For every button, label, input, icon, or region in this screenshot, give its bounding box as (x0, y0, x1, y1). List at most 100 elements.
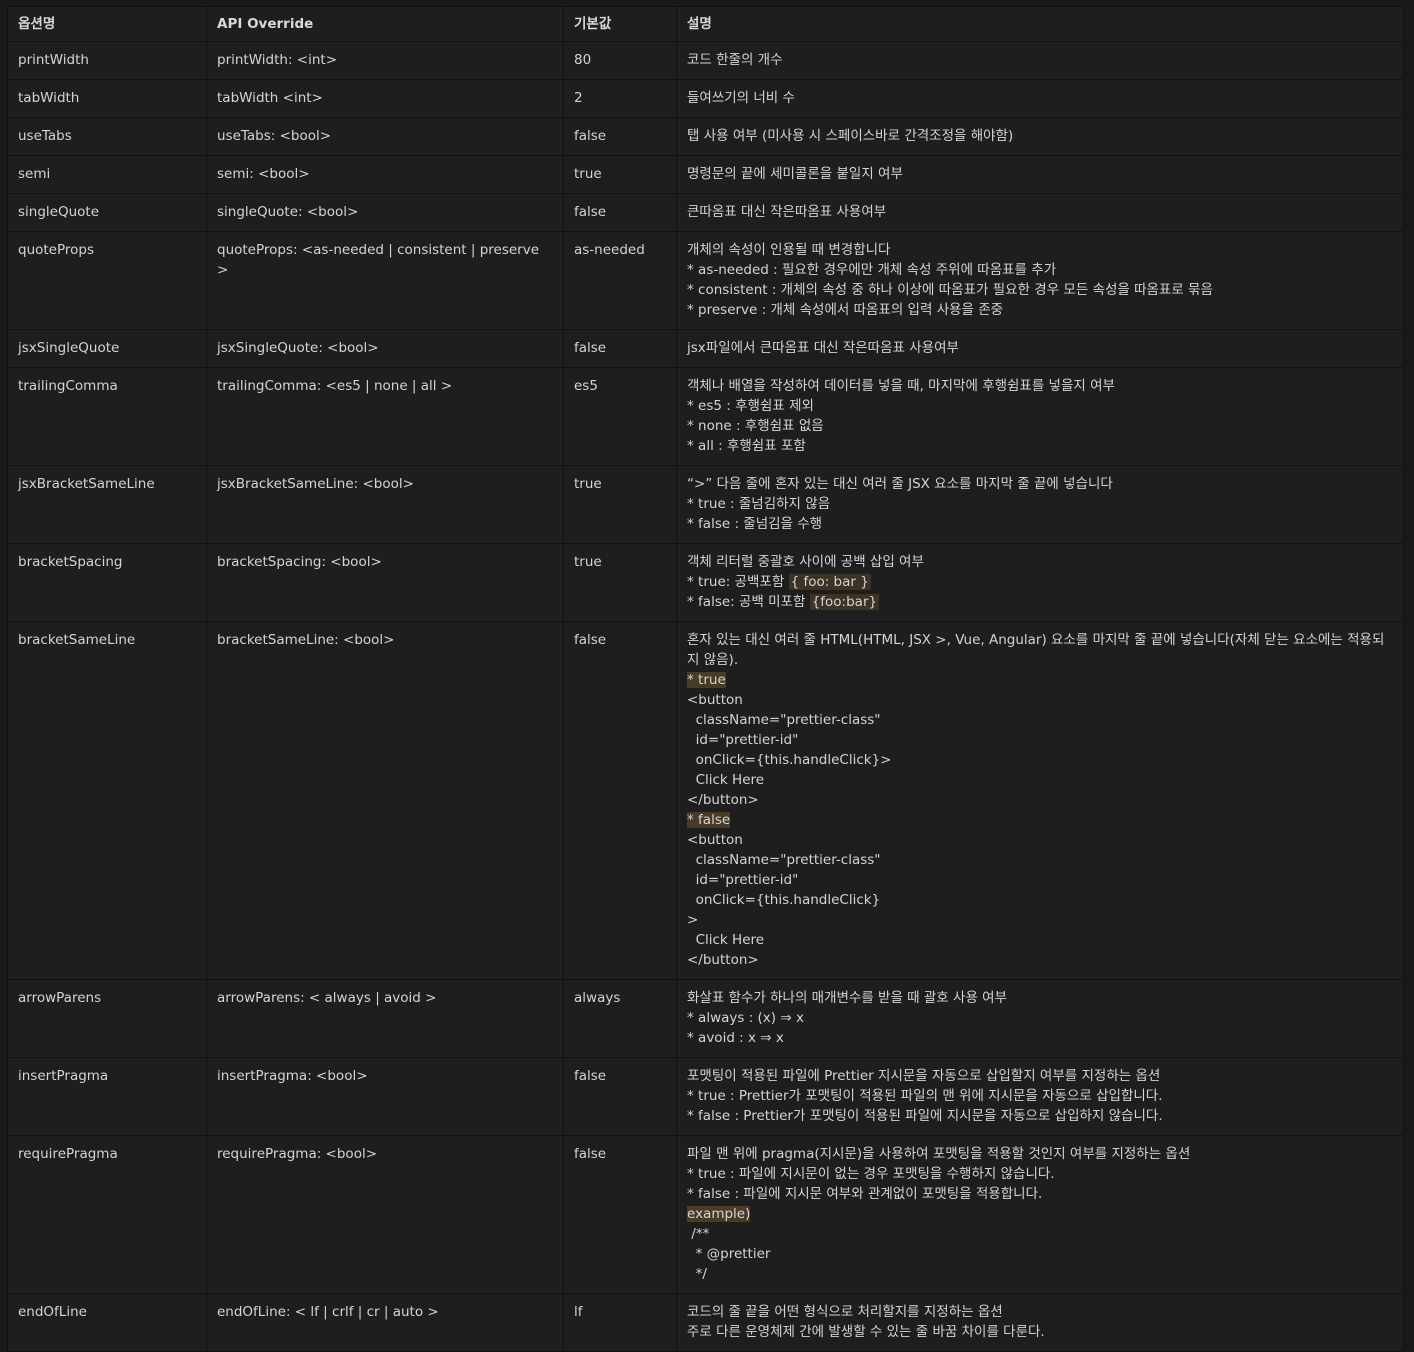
option-name-cell: jsxBracketSameLine (7, 465, 207, 544)
description-line: > (687, 910, 1393, 930)
description-line: * all : 후행쉼표 포함 (687, 436, 1393, 456)
description-line: * true (687, 670, 1393, 690)
description-text: <button (687, 832, 743, 848)
description-cell: 큰따옴표 대신 작은따옴표 사용여부 (676, 193, 1404, 232)
description-line: * true : Prettier가 포맷팅이 적용된 파일의 맨 위에 지시문… (687, 1086, 1393, 1106)
table-row: jsxSingleQuote jsxSingleQuote: <bool> fals… (7, 329, 1404, 368)
options-table: 옵션명 API Override 기본값 설명 printWidth printW… (7, 6, 1404, 1352)
highlighted-text: * false (687, 812, 731, 828)
description-text: 주로 다른 운영체제 간에 발생할 수 있는 줄 바꿈 차이를 다룬다. (687, 1324, 1045, 1340)
description-cell: 파일 맨 위에 pragma(지시문)을 사용하여 포맷팅을 적용할 것인지 여… (676, 1135, 1404, 1294)
description-text: > (687, 912, 699, 928)
description-text: 화살표 함수가 하나의 매개변수를 받을 때 괄호 사용 여부 (687, 990, 1007, 1006)
description-line: id="prettier-id" (687, 730, 1393, 750)
description-line: 파일 맨 위에 pragma(지시문)을 사용하여 포맷팅을 적용할 것인지 여… (687, 1144, 1393, 1164)
description-line: * preserve : 개체 속성에서 따옴표의 입력 사용을 존중 (687, 300, 1393, 320)
default-value-cell: true (563, 543, 677, 622)
description-line: 혼자 있는 대신 여러 줄 HTML(HTML, JSX >, Vue, Ang… (687, 630, 1393, 670)
description-line: onClick={this.handleClick}> (687, 750, 1393, 770)
default-value-cell: true (563, 155, 677, 194)
api-override-cell: endOfLine: < lf | crlf | cr | auto > (206, 1293, 564, 1352)
option-name-cell: trailingComma (7, 367, 207, 466)
description-line: * true : 파일에 지시문이 없는 경우 포맷팅을 수행하지 않습니다. (687, 1164, 1393, 1184)
description-text: 들여쓰기의 너비 수 (687, 90, 795, 106)
description-text: </button> (687, 952, 759, 968)
default-value-cell: always (563, 979, 677, 1058)
description-text: * true : 줄넘김하지 않음 (687, 496, 831, 512)
description-text: * @prettier (687, 1246, 771, 1262)
option-name-cell: jsxSingleQuote (7, 329, 207, 368)
description-text: * as-needed : 필요한 경우에만 개체 속성 주위에 따옴표를 추가 (687, 262, 1057, 278)
description-text: /** (687, 1226, 710, 1242)
header-api-override: API Override (206, 6, 564, 42)
description-line: 명령문의 끝에 세미콜론을 붙일지 여부 (687, 164, 1393, 184)
description-line: <button (687, 830, 1393, 850)
description-line: Click Here (687, 770, 1393, 790)
option-name-cell: bracketSameLine (7, 621, 207, 980)
table-row: arrowParens arrowParens: < always | avoid… (7, 979, 1404, 1058)
description-cell: 개체의 속성이 인용될 때 변경합니다 * as-needed : 필요한 경우에… (676, 231, 1404, 330)
default-value-cell: as-needed (563, 231, 677, 330)
description-cell: 포맷팅이 적용된 파일에 Prettier 지시문을 자동으로 삽입할지 여부를… (676, 1057, 1404, 1136)
description-line: </button> (687, 950, 1393, 970)
description-text: Click Here (687, 772, 765, 788)
table-row: tabWidth tabWidth <int> 2 들여쓰기의 너비 수 (7, 79, 1404, 118)
default-value-cell: false (563, 117, 677, 156)
description-line: 주로 다른 운영체제 간에 발생할 수 있는 줄 바꿈 차이를 다룬다. (687, 1322, 1393, 1342)
description-text: * true : 파일에 지시문이 없는 경우 포맷팅을 수행하지 않습니다. (687, 1166, 1055, 1182)
table-row: endOfLine endOfLine: < lf | crlf | cr | a… (7, 1293, 1404, 1352)
description-line: 개체의 속성이 인용될 때 변경합니다 (687, 240, 1393, 260)
description-cell: 객체나 배열을 작성하여 데이터를 넣을 때, 마지막에 후행쉼표를 넣을지 여… (676, 367, 1404, 466)
default-value-cell: false (563, 1135, 677, 1294)
description-text: * true : Prettier가 포맷팅이 적용된 파일의 맨 위에 지시문… (687, 1088, 1163, 1104)
option-name-cell: semi (7, 155, 207, 194)
default-value-cell: lf (563, 1293, 677, 1352)
default-value-cell: true (563, 465, 677, 544)
option-name-cell: singleQuote (7, 193, 207, 232)
option-name-cell: tabWidth (7, 79, 207, 118)
highlighted-text: * true (687, 672, 726, 688)
description-line: 코드의 줄 끝을 어떤 형식으로 처리할지를 지정하는 옵션 (687, 1302, 1393, 1322)
description-line: 들여쓰기의 너비 수 (687, 88, 1393, 108)
default-value-cell: 2 (563, 79, 677, 118)
description-text: * always : (x) ⇒ x (687, 1010, 804, 1026)
api-override-cell: singleQuote: <bool> (206, 193, 564, 232)
highlighted-text: example) (687, 1206, 751, 1222)
default-value-cell: 80 (563, 41, 677, 80)
api-override-cell: jsxBracketSameLine: <bool> (206, 465, 564, 544)
description-line: * false (687, 810, 1393, 830)
description-text: 코드 한줄의 개수 (687, 52, 783, 68)
description-text: 명령문의 끝에 세미콜론을 붙일지 여부 (687, 166, 903, 182)
description-cell: 코드 한줄의 개수 (676, 41, 1404, 80)
description-text: * false: 공백 미포함 (687, 594, 810, 610)
description-line: * always : (x) ⇒ x (687, 1008, 1393, 1028)
description-line: className="prettier-class" (687, 710, 1393, 730)
description-text: Click Here (687, 932, 765, 948)
table-row: bracketSpacing bracketSpacing: <bool> true… (7, 543, 1404, 622)
description-text: “>” 다음 줄에 혼자 있는 대신 여러 줄 JSX 요소를 마지막 줄 끝에… (687, 476, 1113, 492)
description-text: className="prettier-class" (687, 712, 881, 728)
description-text: 포맷팅이 적용된 파일에 Prettier 지시문을 자동으로 삽입할지 여부를… (687, 1068, 1161, 1084)
option-name-cell: requirePragma (7, 1135, 207, 1294)
description-text: * consistent : 개체의 속성 중 하나 이상에 따옴표가 필요한 … (687, 282, 1213, 298)
api-override-cell: useTabs: <bool> (206, 117, 564, 156)
description-text: * avoid : x ⇒ x (687, 1030, 784, 1046)
description-text: jsx파일에서 큰따옴표 대신 작은따옴표 사용여부 (687, 340, 959, 356)
description-line: 화살표 함수가 하나의 매개변수를 받을 때 괄호 사용 여부 (687, 988, 1393, 1008)
default-value-cell: false (563, 1057, 677, 1136)
api-override-cell: tabWidth <int> (206, 79, 564, 118)
description-line: 객체나 배열을 작성하여 데이터를 넣을 때, 마지막에 후행쉼표를 넣을지 여… (687, 376, 1393, 396)
table-row: quoteProps quoteProps: <as-needed | consi… (7, 231, 1404, 330)
description-text: 탭 사용 여부 (미사용 시 스페이스바로 간격조정을 해야함) (687, 128, 1014, 144)
api-override-cell: trailingComma: <es5 | none | all > (206, 367, 564, 466)
description-cell: 화살표 함수가 하나의 매개변수를 받을 때 괄호 사용 여부 * always … (676, 979, 1404, 1058)
description-line: <button (687, 690, 1393, 710)
api-override-cell: quoteProps: <as-needed | consistent | pr… (206, 231, 564, 330)
description-line: * false: 공백 미포함 {foo:bar} (687, 592, 1393, 612)
description-text: * preserve : 개체 속성에서 따옴표의 입력 사용을 존중 (687, 302, 1004, 318)
description-text: * false : 줄넘김을 수행 (687, 516, 823, 532)
option-name-cell: insertPragma (7, 1057, 207, 1136)
table-row: singleQuote singleQuote: <bool> false 큰따옴표 … (7, 193, 1404, 232)
description-text: id="prettier-id" (687, 872, 799, 888)
description-line: * avoid : x ⇒ x (687, 1028, 1393, 1048)
